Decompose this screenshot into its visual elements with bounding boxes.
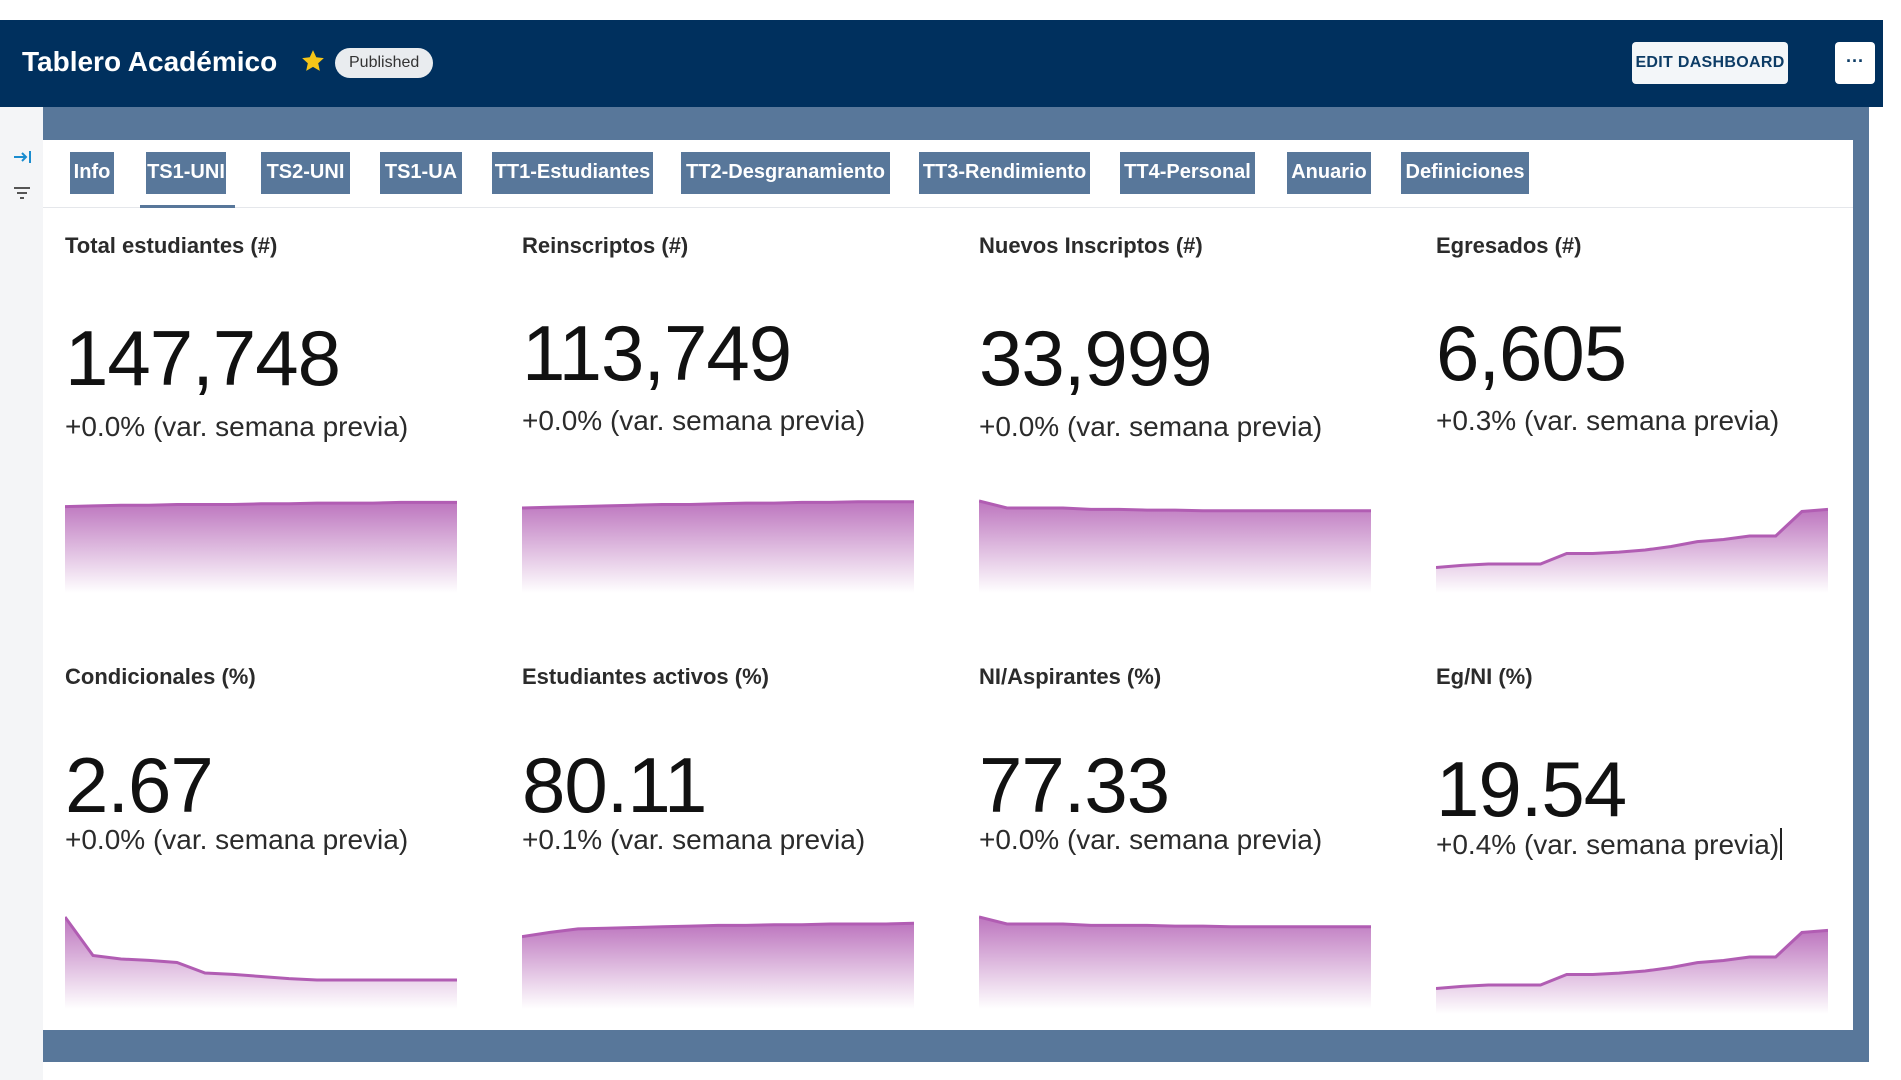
top-margin [0, 0, 1901, 20]
kpi-card-estudiantes-activos[interactable]: Estudiantes activos (%) 80.11 +0.1% (var… [522, 664, 942, 1064]
kpi-value: 113,749 [522, 309, 792, 397]
kpi-title: Egresados (#) [1436, 233, 1582, 258]
kpi-card-nuevos-inscriptos[interactable]: Nuevos Inscriptos (#) 33,999 +0.0% (var.… [979, 233, 1399, 633]
tab-anuario[interactable]: Anuario [1287, 152, 1371, 194]
kpi-value: 77.33 [979, 741, 1170, 829]
tab-info[interactable]: Info [70, 152, 114, 194]
sparkline [979, 915, 1371, 1009]
sparkline [1436, 507, 1828, 593]
dashboard-title: Tablero Académico [22, 46, 278, 77]
expand-sidebar-icon[interactable] [10, 145, 34, 169]
kpi-change: +0.0% (var. semana previa) [979, 411, 1323, 442]
sparkline [522, 500, 914, 593]
kpi-card-reinscriptos[interactable]: Reinscriptos (#) 113,749 +0.0% (var. sem… [522, 233, 942, 633]
edit-dashboard-button[interactable]: EDIT DASHBOARD [1632, 42, 1788, 84]
kpi-value: 2.67 [65, 741, 214, 829]
sparkline-line [979, 499, 1371, 513]
kpi-change: +0.3% (var. semana previa) [1436, 405, 1780, 436]
tab-tt2-desgranamiento[interactable]: TT2-Desgranamiento [681, 152, 890, 194]
kpi-change: +0.4% (var. semana previa) [1436, 829, 1780, 860]
text-cursor [1780, 828, 1783, 860]
tab-divider [43, 207, 1853, 208]
kpi-card-condicionales[interactable]: Condicionales (%) 2.67 +0.0% (var. seman… [65, 664, 485, 1064]
kpi-value: 147,748 [65, 314, 341, 402]
kpi-value: 80.11 [522, 741, 707, 829]
tab-tt3-rendimiento[interactable]: TT3-Rendimiento [919, 152, 1090, 194]
kpi-title: Eg/NI (%) [1436, 664, 1533, 689]
tab-ts2-uni[interactable]: TS2-UNI [261, 152, 350, 194]
kpi-title: Condicionales (%) [65, 664, 256, 689]
kpi-change-wrap: +0.4% (var. semana previa) [1436, 828, 1783, 861]
kpi-change: +0.0% (var. semana previa) [522, 405, 866, 436]
sparkline-area [522, 501, 914, 593]
sparkline-line [979, 915, 1371, 929]
sparkline [979, 499, 1371, 593]
kpi-value: 6,605 [1436, 309, 1627, 397]
kpi-change: +0.0% (var. semana previa) [65, 824, 409, 855]
active-tab-indicator [140, 205, 235, 208]
sparkline [65, 916, 457, 1009]
kpi-card-ni-aspirantes[interactable]: NI/Aspirantes (%) 77.33 +0.0% (var. sema… [979, 664, 1399, 1064]
sparkline-area [979, 501, 1371, 593]
kpi-title: Reinscriptos (#) [522, 233, 689, 258]
tab-tt1-estudiantes[interactable]: TT1-Estudiantes [492, 152, 653, 194]
tab-definiciones[interactable]: Definiciones [1401, 152, 1529, 194]
favorite-star-icon[interactable] [300, 48, 326, 74]
kpi-title: Nuevos Inscriptos (#) [979, 233, 1203, 258]
kpi-title: Total estudiantes (#) [65, 233, 278, 258]
sparkline [522, 921, 914, 1009]
kpi-card-total-estudiantes[interactable]: Total estudiantes (#) 147,748 +0.0% (var… [65, 233, 485, 633]
kpi-card-egresados[interactable]: Egresados (#) 6,605 +0.3% (var. semana p… [1436, 233, 1856, 633]
kpi-card-eg-ni[interactable]: Eg/NI (%) 19.54 +0.4% (var. semana previ… [1436, 664, 1856, 1064]
tab-tt4-personal[interactable]: TT4-Personal [1120, 152, 1255, 194]
kpi-change: +0.0% (var. semana previa) [979, 824, 1323, 855]
more-options-button[interactable]: ··· [1835, 42, 1875, 84]
sparkline-area [65, 917, 457, 1009]
sparkline [1436, 928, 1828, 1014]
kpi-change: +0.0% (var. semana previa) [65, 411, 409, 442]
status-badge: Published [335, 48, 434, 78]
sparkline-area [522, 923, 914, 1009]
filter-icon[interactable] [10, 181, 34, 205]
tab-ts1-uni[interactable]: TS1-UNI [146, 152, 226, 194]
kpi-title: Estudiantes activos (%) [522, 664, 769, 689]
kpi-title: NI/Aspirantes (%) [979, 664, 1162, 689]
sparkline [65, 500, 457, 593]
dashboard-header: Tablero Académico Published EDIT DASHBOA… [0, 20, 1883, 107]
kpi-value: 33,999 [979, 314, 1213, 402]
sparkline-area [979, 917, 1371, 1009]
kpi-value: 19.54 [1436, 745, 1627, 833]
sparkline-area [65, 502, 457, 593]
sidebar [0, 107, 43, 1080]
tab-ts1-ua[interactable]: TS1-UA [380, 152, 462, 194]
kpi-change: +0.1% (var. semana previa) [522, 824, 866, 855]
